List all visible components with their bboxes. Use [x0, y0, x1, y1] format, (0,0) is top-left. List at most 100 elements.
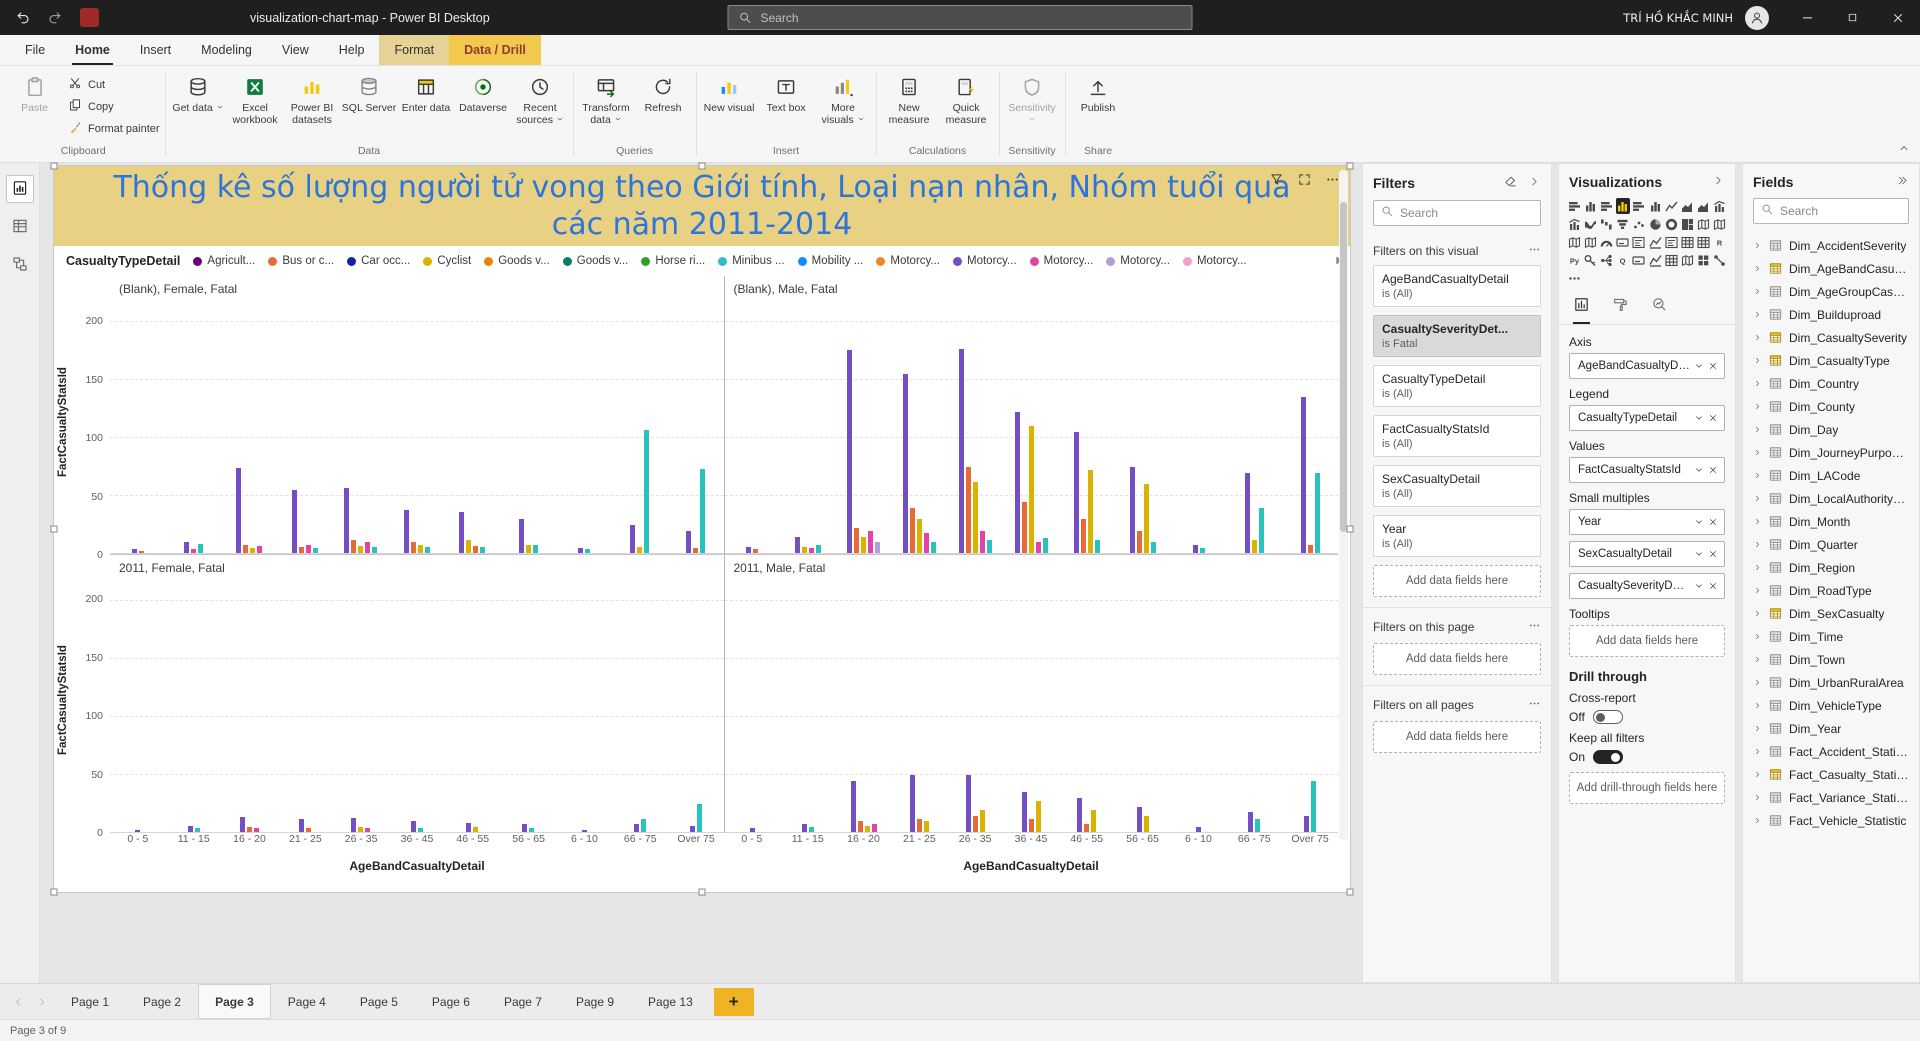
page-tab-page-13[interactable]: Page 13 [631, 984, 710, 1019]
maximize-button[interactable] [1830, 0, 1875, 35]
bar[interactable] [746, 547, 752, 554]
avatar[interactable] [1745, 5, 1769, 30]
filters-search[interactable] [1373, 200, 1541, 226]
page-tab-page-9[interactable]: Page 9 [559, 984, 631, 1019]
legend-item[interactable]: Horse ri... [641, 255, 705, 267]
bar[interactable] [1021, 792, 1027, 833]
legend-item[interactable]: Agricult... [193, 255, 255, 267]
get-data-button[interactable]: Get data [171, 69, 226, 114]
sensitivity-button[interactable]: Sensitivity [1005, 69, 1060, 127]
bar[interactable] [365, 828, 371, 833]
bar[interactable] [689, 826, 695, 833]
table-row[interactable]: Dim_UrbanRuralArea [1747, 671, 1915, 694]
remove-field-icon[interactable] [1708, 549, 1718, 559]
bar[interactable] [1307, 544, 1313, 554]
visual-scrollbar[interactable] [1339, 170, 1348, 840]
table-row[interactable]: Dim_Town [1747, 648, 1915, 671]
bar[interactable] [644, 429, 650, 554]
bar[interactable] [525, 544, 531, 554]
bar[interactable] [250, 548, 256, 554]
filter-card[interactable]: CasualtyTypeDetail is (All) [1373, 365, 1541, 407]
bar[interactable] [480, 547, 486, 554]
get-more-visuals-icon[interactable] [1567, 270, 1581, 286]
ribbon-tab-modeling[interactable]: Modeling [186, 35, 267, 65]
redo-icon[interactable] [47, 9, 64, 26]
page-tab-page-5[interactable]: Page 5 [343, 984, 415, 1019]
treemap-icon[interactable] [1680, 216, 1694, 232]
bar[interactable] [633, 823, 639, 833]
table-row[interactable]: Fact_Variance_Statistic [1747, 786, 1915, 809]
bar[interactable] [410, 542, 416, 554]
clustered-bar-chart-icon[interactable] [1599, 198, 1613, 214]
expand-icon[interactable] [1753, 448, 1762, 457]
line-and-clustered-column-chart-icon[interactable] [1567, 216, 1581, 232]
expand-icon[interactable] [1753, 264, 1762, 273]
page-tab-page-3[interactable]: Page 3 [198, 984, 271, 1019]
fields-tab[interactable] [1573, 296, 1590, 324]
bar[interactable] [753, 549, 759, 554]
bar[interactable] [236, 468, 242, 554]
bar[interactable] [917, 819, 923, 833]
remove-field-icon[interactable] [1708, 413, 1718, 423]
chevron-down-icon[interactable] [1694, 413, 1704, 423]
filters-search-input[interactable] [1400, 206, 1533, 220]
bar[interactable] [686, 530, 692, 554]
bar[interactable] [802, 823, 808, 833]
sql-server-button[interactable]: SQL Server [342, 69, 397, 114]
expand-icon[interactable] [1753, 678, 1762, 687]
chevron-down-icon[interactable] [1694, 361, 1704, 371]
bar[interactable] [903, 374, 909, 554]
remove-field-icon[interactable] [1708, 465, 1718, 475]
shape-map-icon[interactable] [1567, 234, 1581, 250]
donut-chart-icon[interactable] [1664, 216, 1678, 232]
bar[interactable] [871, 823, 877, 833]
bar[interactable] [1199, 548, 1205, 554]
add-page-button[interactable]: + [713, 987, 754, 1016]
expand-icon[interactable] [1753, 724, 1762, 733]
field-pill[interactable]: AgeBandCasualtyDetail [1569, 353, 1725, 379]
stacked-bar-chart-icon[interactable] [1567, 198, 1581, 214]
bar[interactable] [306, 544, 312, 554]
report-canvas[interactable]: Thống kê số lượng người tử vong theo Giớ… [40, 162, 1356, 983]
area-chart-icon[interactable] [1680, 198, 1694, 214]
ribbon-tab-help[interactable]: Help [324, 35, 380, 65]
bar[interactable] [795, 536, 801, 554]
qa-visual-icon[interactable]: Q [1616, 252, 1630, 268]
bar[interactable] [246, 827, 252, 833]
legend-item[interactable]: Goods v... [562, 255, 628, 267]
map-icon[interactable] [1697, 216, 1711, 232]
legend-item[interactable]: Goods v... [484, 255, 550, 267]
search-input[interactable] [760, 10, 1182, 25]
focus-mode-icon[interactable] [1297, 172, 1312, 190]
expand-icon[interactable] [1753, 747, 1762, 756]
bar[interactable] [965, 775, 971, 833]
table-row[interactable]: Dim_Day [1747, 418, 1915, 441]
bar[interactable] [1251, 540, 1257, 554]
bar[interactable] [522, 823, 528, 833]
waterfall-chart-icon[interactable] [1599, 216, 1613, 232]
table-row[interactable]: Dim_SexCasualty [1747, 602, 1915, 625]
stacked-column-chart-icon[interactable] [1583, 198, 1597, 214]
more-options-icon[interactable] [1325, 172, 1340, 190]
more-visuals-button[interactable]: More visuals [816, 69, 871, 127]
fields-search[interactable] [1753, 198, 1909, 224]
bar[interactable] [910, 775, 916, 833]
section-more-icon[interactable] [1528, 243, 1541, 259]
bar[interactable] [1255, 819, 1261, 833]
table-row[interactable]: Dim_JourneyPurposeDr... [1747, 441, 1915, 464]
paste-button[interactable]: Paste [7, 69, 62, 114]
filter-card[interactable]: AgeBandCasualtyDetail is (All) [1373, 265, 1541, 307]
bar[interactable] [864, 826, 870, 833]
bar[interactable] [972, 815, 978, 833]
bar[interactable] [417, 544, 423, 554]
table-row[interactable]: Fact_Vehicle_Statistic [1747, 809, 1915, 832]
expand-icon[interactable] [1753, 540, 1762, 549]
expand-icon[interactable] [1753, 425, 1762, 434]
bar[interactable] [466, 540, 472, 554]
filter-card[interactable]: Year is (All) [1373, 515, 1541, 557]
titlebar-search[interactable] [727, 5, 1193, 30]
r-script-visual-icon[interactable]: R [1713, 234, 1727, 250]
bar[interactable] [1192, 544, 1198, 554]
bar[interactable] [1021, 501, 1027, 554]
format-tab[interactable] [1612, 296, 1629, 324]
